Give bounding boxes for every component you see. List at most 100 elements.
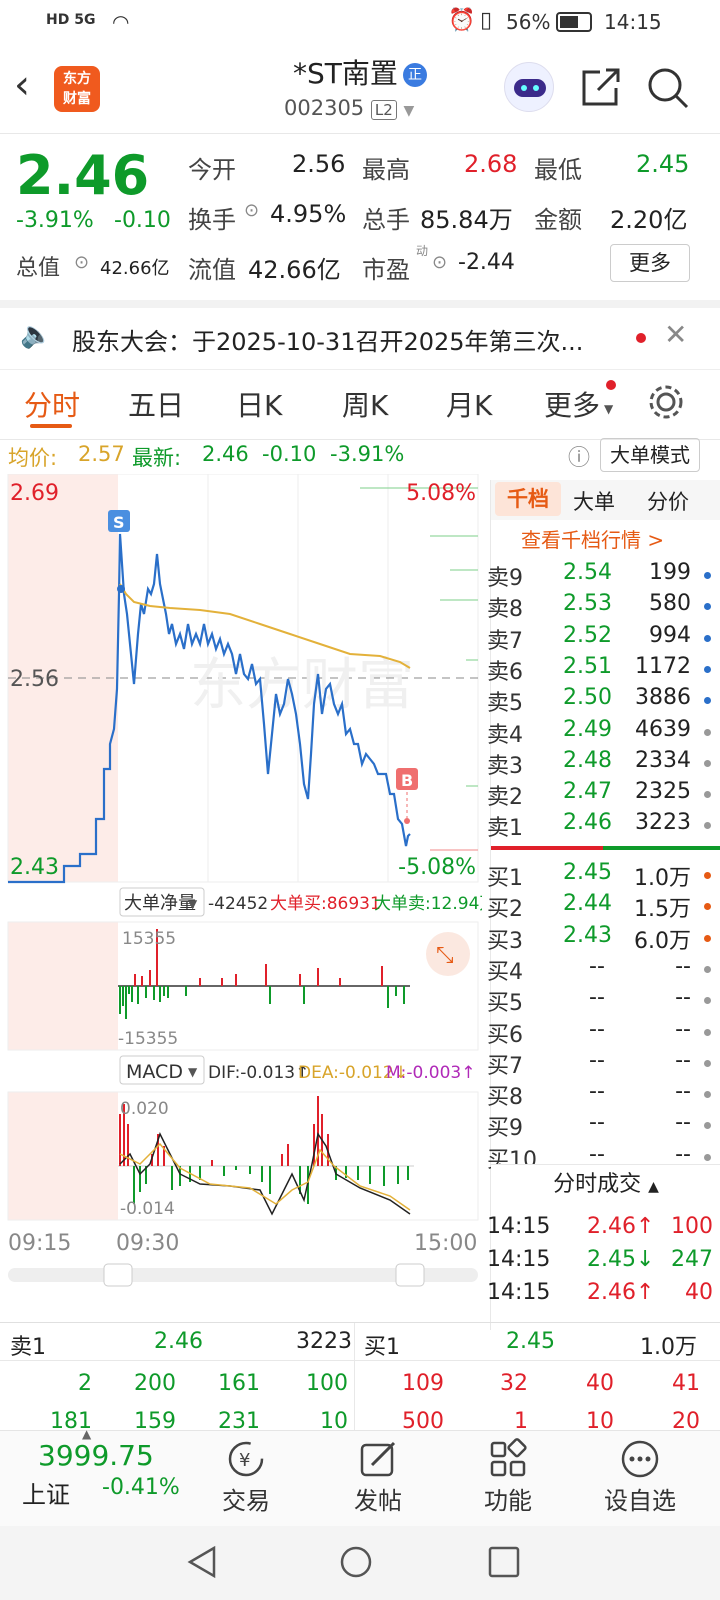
wifi-icon: ◠ — [112, 10, 130, 34]
bid-row[interactable]: 买7 -- -- — [487, 1048, 720, 1080]
macd-label: MACD — [126, 1061, 183, 1083]
order-dot-icon — [704, 1153, 711, 1161]
netflow-value: -42452 — [208, 894, 268, 914]
left-drag-handle[interactable] — [103, 1263, 133, 1287]
index-pct[interactable]: -0.41% — [102, 1475, 180, 1500]
info-icon[interactable]: ⊙ — [432, 252, 447, 273]
robot-assistant-icon[interactable] — [504, 62, 554, 112]
tab-more[interactable]: 更多 — [544, 384, 600, 424]
trade-ticks-header[interactable]: 分时成交 ▲ — [491, 1164, 720, 1206]
back-triangle-icon[interactable] — [184, 1544, 220, 1580]
index-value[interactable]: 3999.75 — [38, 1439, 154, 1472]
intraday-chart[interactable]: 东方财富 S B 2.69 2.56 2.43 5.08% -5.08% 大单净… — [0, 474, 482, 1324]
ask-row[interactable]: 卖6 2.51 1172 — [487, 653, 720, 686]
code-line[interactable]: 002305 L2 ▼ — [284, 96, 414, 120]
bid-price: 2.45 — [563, 860, 612, 885]
bid-row[interactable]: 买6 -- -- — [487, 1017, 720, 1049]
close-icon[interactable]: ✕ — [664, 318, 687, 351]
notice-bar[interactable]: 🔈 股东大会：于2025-10-31召开2025年第三次... ✕ — [0, 300, 720, 370]
tab-weekly-k[interactable]: 周K — [342, 384, 388, 424]
queue-cell: 32 — [500, 1371, 528, 1396]
tab-five-day[interactable]: 五日 — [128, 384, 184, 424]
bid-level: 买3 — [487, 928, 523, 954]
nav-watchlist[interactable]: 设自选 — [580, 1431, 700, 1527]
title-block[interactable]: *ST南置 正 — [240, 52, 480, 92]
bid-row[interactable]: 买8 -- -- — [487, 1079, 720, 1111]
netflow-label: 大单净量 — [124, 893, 196, 914]
system-nav-bar — [0, 1526, 720, 1600]
tab-monthly-k[interactable]: 月K — [446, 384, 492, 424]
battery-percent: 56% — [506, 10, 551, 34]
unread-dot-icon — [636, 333, 646, 343]
quote-panel: 2.46 -3.91% -0.10 总值 ⊙ 42.66亿 今开 2.56 最高… — [0, 134, 720, 300]
order-dot-icon — [704, 1122, 711, 1130]
share-icon[interactable] — [580, 66, 622, 108]
order-dot-icon — [704, 965, 711, 973]
search-icon[interactable] — [646, 66, 690, 110]
info-icon[interactable]: ⊙ — [244, 200, 259, 221]
unread-dot-icon — [606, 380, 616, 390]
bid-row[interactable]: 买9 -- -- — [487, 1110, 720, 1142]
svg-text:¥: ¥ — [239, 1450, 250, 1471]
bid-row[interactable]: 买5 -- -- — [487, 985, 720, 1017]
bid-row[interactable]: 买4 -- -- — [487, 954, 720, 986]
logo-text: 东方财富 — [63, 71, 91, 107]
nav-post-label: 发帖 — [354, 1487, 402, 1515]
order-dot-icon — [704, 791, 711, 799]
clock: 14:15 — [604, 10, 662, 34]
stock-header: ‹ 东方财富 *ST南置 正 002305 L2 ▼ — [0, 46, 720, 134]
nav-post[interactable]: 发帖 — [318, 1431, 438, 1527]
pct-min-label: -5.08% — [398, 855, 476, 880]
info-icon[interactable]: ⊙ — [74, 252, 89, 273]
ask-row[interactable]: 卖5 2.50 3886 — [487, 685, 720, 717]
nav-trade[interactable]: ¥ 交易 — [186, 1431, 306, 1527]
app-logo[interactable]: 东方财富 — [54, 66, 100, 112]
tab-thousand-level[interactable]: 千档 — [495, 482, 561, 516]
order-dot-icon — [704, 1091, 711, 1099]
thousand-level-link[interactable]: 查看千档行情 > — [521, 524, 664, 553]
trade-row: 14:15 2.46↑ 40 — [487, 1280, 720, 1312]
ask-price: 2.51 — [563, 653, 612, 679]
big-order-mode-button[interactable]: 大单模式 — [600, 438, 700, 472]
notice-text[interactable]: 股东大会：于2025-10-31召开2025年第三次... — [72, 322, 583, 357]
index-name[interactable]: 上证 — [22, 1475, 70, 1510]
order-dot-icon — [704, 1028, 711, 1036]
pre-market-area — [8, 922, 118, 1050]
bid-level: 买9 — [487, 1116, 523, 1142]
dif-value: DIF:-0.013↑ — [208, 1063, 309, 1083]
ask-row[interactable]: 卖3 2.48 2334 — [487, 748, 720, 780]
ask-row[interactable]: 卖2 2.47 2325 — [487, 779, 720, 811]
speaker-icon: 🔈 — [20, 320, 53, 350]
ask-row[interactable]: 卖1 2.46 3223 — [487, 810, 720, 842]
home-circle-icon[interactable] — [338, 1544, 374, 1580]
more-button[interactable]: 更多 — [610, 244, 690, 282]
tab-daily-k[interactable]: 日K — [236, 384, 282, 424]
big-sell: 大单卖:12.94万 — [374, 894, 482, 914]
netflow-min-label: -15355 — [118, 1029, 178, 1049]
ask-price: 2.47 — [563, 779, 612, 805]
bid-level: 买8 — [487, 1085, 523, 1111]
help-icon[interactable]: ⓘ — [568, 440, 590, 472]
ask-row[interactable]: 卖7 2.52 994 — [487, 622, 720, 655]
open-label: 今开 — [188, 156, 236, 184]
ask-ratio-bar — [491, 846, 603, 850]
ask-row[interactable]: 卖9 2.54 199 — [487, 560, 720, 592]
tab-big-order[interactable]: 大单 — [573, 486, 615, 516]
gear-icon[interactable] — [646, 382, 686, 422]
watermark: 东方财富 — [190, 653, 414, 716]
trade-row: 14:15 2.45↓ 247 — [487, 1247, 720, 1279]
bid-row[interactable]: 买1 2.45 1.0万 — [487, 860, 720, 892]
ask-volume: 994 — [649, 622, 691, 648]
tab-intraday[interactable]: 分时 — [24, 384, 80, 424]
bid-row[interactable]: 买2 2.44 1.5万 — [487, 891, 720, 923]
tab-price-distribution[interactable]: 分价 — [647, 486, 689, 516]
ask-row[interactable]: 卖4 2.49 4639 — [487, 717, 720, 749]
nav-functions[interactable]: 功能 — [448, 1431, 568, 1527]
bid-row[interactable]: 买3 2.43 6.0万 — [487, 923, 720, 955]
ask-row[interactable]: 卖8 2.53 580 — [487, 591, 720, 623]
trade-price: 2.46↑ — [587, 1214, 655, 1239]
recents-square-icon[interactable] — [486, 1544, 522, 1580]
back-icon[interactable]: ‹ — [14, 62, 30, 108]
right-drag-handle[interactable] — [395, 1263, 425, 1287]
expand-icon[interactable]: ⤡ — [436, 943, 454, 968]
